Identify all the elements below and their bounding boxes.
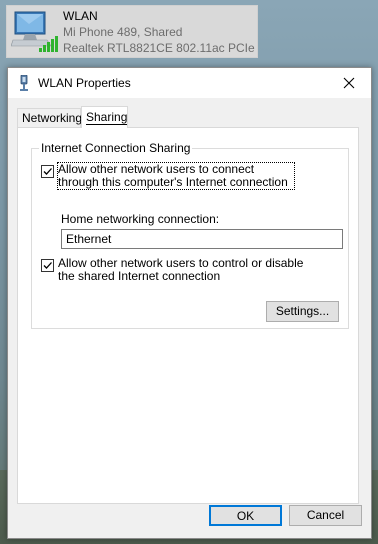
- network-connection-item[interactable]: WLAN Mi Phone 489, Shared Realtek RTL882…: [6, 5, 258, 58]
- tab-sharing[interactable]: Sharing: [81, 106, 128, 128]
- network-device: Realtek RTL8821CE 802.11ac PCIe ...: [63, 41, 255, 55]
- network-status: Mi Phone 489, Shared: [63, 25, 183, 39]
- internet-connection-sharing-group: Internet Connection Sharing Allow other …: [31, 141, 349, 329]
- tab-sharing-label: Sharing: [86, 110, 128, 125]
- dialog-titlebar[interactable]: WLAN Properties: [8, 68, 371, 98]
- allow-connect-row[interactable]: Allow other network users to connect thr…: [41, 162, 295, 190]
- allow-control-row[interactable]: Allow other network users to control or …: [41, 257, 308, 283]
- close-button[interactable]: [329, 68, 369, 98]
- allow-control-checkbox[interactable]: [41, 259, 54, 272]
- dialog-title: WLAN Properties: [38, 76, 131, 90]
- allow-control-label[interactable]: Allow other network users to control or …: [58, 257, 308, 283]
- wlan-properties-dialog: WLAN Properties Networking Sharing Inter…: [7, 67, 372, 539]
- group-title: Internet Connection Sharing: [39, 141, 193, 155]
- sharing-tab-page: Internet Connection Sharing Allow other …: [17, 127, 359, 504]
- home-networking-label: Home networking connection:: [61, 212, 220, 226]
- checkmark-icon: [43, 262, 52, 269]
- allow-connect-label[interactable]: Allow other network users to connect thr…: [57, 162, 295, 190]
- cancel-button[interactable]: Cancel: [289, 505, 362, 526]
- settings-button[interactable]: Settings...: [266, 301, 339, 322]
- home-networking-field[interactable]: Ethernet: [61, 229, 343, 249]
- tab-networking[interactable]: Networking: [17, 108, 82, 127]
- allow-connect-checkbox[interactable]: [41, 165, 54, 178]
- ok-button[interactable]: OK: [209, 505, 282, 526]
- checkmark-icon: [43, 168, 52, 175]
- network-adapter-icon: [18, 74, 30, 91]
- network-name: WLAN: [63, 9, 98, 23]
- close-icon: [343, 77, 355, 89]
- wifi-network-icon: [10, 10, 61, 54]
